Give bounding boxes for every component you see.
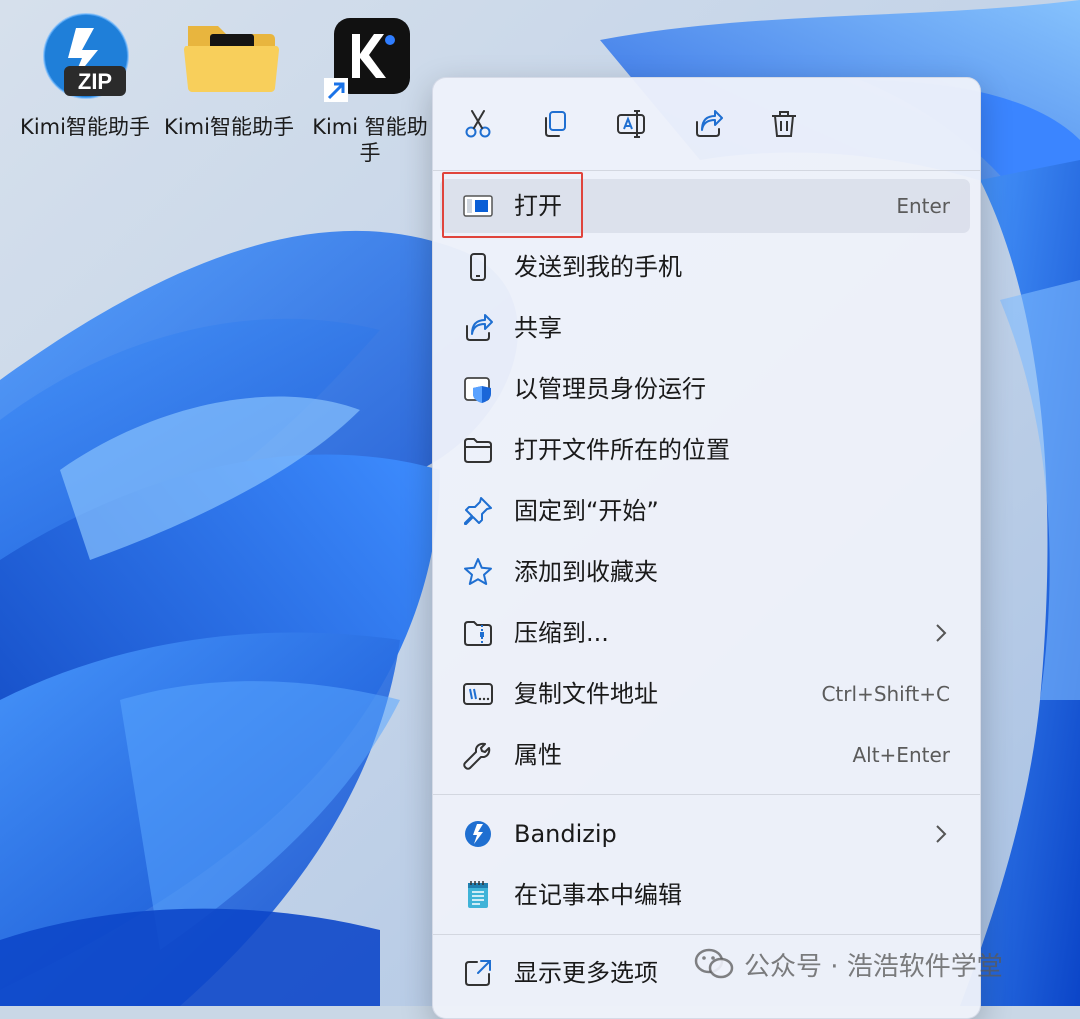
zip-folder-icon bbox=[462, 617, 494, 649]
menu-item-share[interactable]: 共享 bbox=[440, 301, 970, 355]
notepad-icon bbox=[462, 879, 494, 911]
menu-item-label: 压缩到... bbox=[514, 619, 609, 647]
watermark: 公众号 · 浩浩软件学堂 bbox=[694, 944, 1003, 984]
menu-item-label: Bandizip bbox=[514, 820, 617, 848]
zip-archive-icon: ZIP bbox=[43, 13, 129, 99]
desktop-icon-zip[interactable]: ZIP Kimi智能助手 bbox=[10, 10, 160, 170]
star-icon bbox=[462, 556, 494, 588]
menu-item-label: 属性 bbox=[514, 741, 562, 769]
scissors-icon bbox=[465, 110, 491, 138]
trash-icon bbox=[772, 111, 796, 137]
menu-item-edit-in-notepad[interactable]: 在记事本中编辑 bbox=[440, 868, 970, 922]
menu-item-label: 固定到“开始” bbox=[514, 497, 659, 525]
desktop-icon-label: Kimi智能助手 bbox=[164, 115, 294, 139]
menu-item-label: 在记事本中编辑 bbox=[514, 881, 682, 909]
copy-path-icon bbox=[462, 678, 494, 710]
menu-item-shortcut: Alt+Enter bbox=[852, 743, 950, 767]
desktop-icon-kimi-shortcut[interactable]: Kimi 智能助手 bbox=[298, 10, 448, 180]
chevron-right-icon bbox=[936, 825, 947, 843]
chevron-right-icon bbox=[936, 624, 947, 642]
wechat-icon bbox=[694, 948, 734, 979]
desktop-icon-folder[interactable]: K Kimi智能助手 bbox=[154, 10, 304, 170]
share-icon bbox=[462, 312, 494, 344]
phone-icon bbox=[462, 251, 494, 283]
kimi-app-icon bbox=[324, 18, 410, 102]
wrench-icon bbox=[462, 739, 494, 771]
bandizip-icon bbox=[462, 818, 494, 850]
menu-item-label: 发送到我的手机 bbox=[514, 253, 682, 281]
cut-button[interactable] bbox=[454, 100, 502, 148]
menu-item-label: 添加到收藏夹 bbox=[514, 558, 658, 586]
menu-item-run-as-admin[interactable]: 以管理员身份运行 bbox=[440, 362, 970, 416]
menu-separator bbox=[433, 794, 980, 795]
svg-text:ZIP: ZIP bbox=[78, 69, 112, 94]
open-item-highlight bbox=[442, 172, 583, 238]
more-options-icon bbox=[462, 957, 494, 989]
folder-icon: K bbox=[184, 26, 279, 92]
context-menu-toolbar bbox=[433, 78, 980, 170]
menu-item-bandizip[interactable]: Bandizip bbox=[440, 807, 970, 861]
share-icon bbox=[696, 110, 723, 137]
menu-item-properties[interactable]: 属性 Alt+Enter bbox=[440, 728, 970, 782]
menu-item-open-file-location[interactable]: 打开文件所在的位置 bbox=[440, 423, 970, 477]
menu-separator bbox=[433, 170, 980, 171]
folder-icon bbox=[462, 434, 494, 466]
menu-item-label: 显示更多选项 bbox=[514, 959, 658, 987]
pin-icon bbox=[462, 495, 494, 527]
menu-item-compress-to[interactable]: 压缩到... bbox=[440, 606, 970, 660]
delete-button[interactable] bbox=[760, 100, 808, 148]
menu-item-pin-to-start[interactable]: 固定到“开始” bbox=[440, 484, 970, 538]
share-button[interactable] bbox=[684, 100, 732, 148]
menu-item-label: 复制文件地址 bbox=[514, 680, 658, 708]
copy-button[interactable] bbox=[531, 100, 579, 148]
watermark-text: 公众号 · 浩浩软件学堂 bbox=[744, 951, 1003, 982]
menu-item-label: 打开文件所在的位置 bbox=[514, 436, 730, 464]
menu-item-send-to-phone[interactable]: 发送到我的手机 bbox=[440, 240, 970, 294]
menu-item-label: 共享 bbox=[514, 314, 562, 342]
admin-shield-icon bbox=[462, 373, 494, 405]
desktop-icon-label: Kimi智能助手 bbox=[20, 115, 150, 139]
menu-item-add-to-favorites[interactable]: 添加到收藏夹 bbox=[440, 545, 970, 599]
copy-icon bbox=[545, 111, 566, 137]
menu-item-label: 以管理员身份运行 bbox=[514, 375, 706, 403]
menu-separator bbox=[433, 934, 980, 935]
rename-button[interactable] bbox=[607, 100, 655, 148]
menu-item-shortcut: Enter bbox=[896, 194, 950, 218]
menu-item-shortcut: Ctrl+Shift+C bbox=[821, 682, 950, 706]
menu-item-copy-path[interactable]: 复制文件地址 Ctrl+Shift+C bbox=[440, 667, 970, 721]
rename-icon bbox=[617, 110, 645, 138]
desktop-icon-label: Kimi 智能助手 bbox=[312, 115, 428, 165]
